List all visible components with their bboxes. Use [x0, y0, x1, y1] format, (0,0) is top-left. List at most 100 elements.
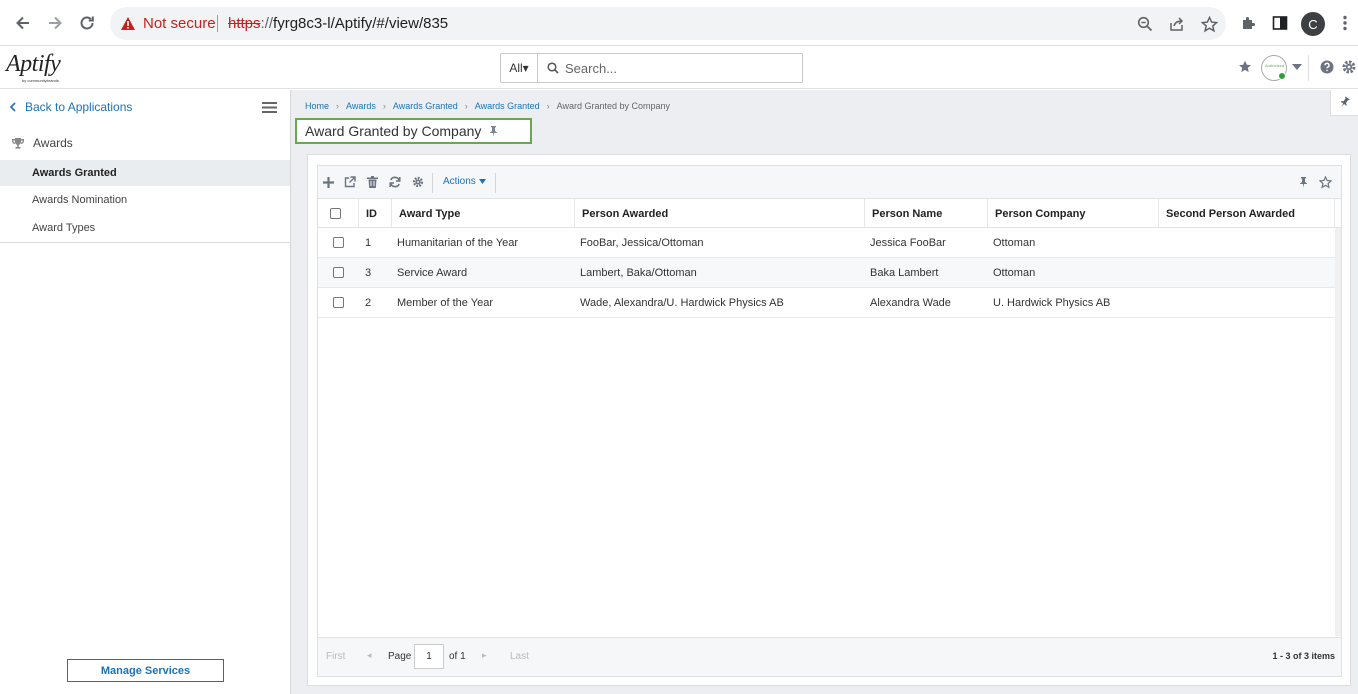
app-header: Aptify by communitybrands All▾ Authorize…: [0, 46, 1358, 89]
table-row[interactable]: 3 Service Award Lambert, Baka/Ottoman Ba…: [318, 258, 1341, 288]
table-row[interactable]: 2 Member of the Year Wade, Alexandra/U. …: [318, 288, 1341, 318]
cell-second-person-awarded: [1157, 258, 1164, 287]
cell-award-type: Service Award: [397, 266, 468, 279]
row-select-cell: [326, 258, 344, 287]
zoom-icon[interactable]: [1136, 15, 1154, 33]
select-all-checkbox[interactable]: [330, 208, 341, 219]
back-arrow-icon[interactable]: [12, 12, 34, 34]
panel-pin-icon[interactable]: [1330, 90, 1358, 116]
logo-subtext: by communitybrands: [22, 78, 59, 83]
column-header-award-type[interactable]: Award Type: [391, 199, 574, 228]
side-panel-icon[interactable]: [1271, 14, 1289, 32]
sidebar-divider: [0, 242, 290, 243]
grid-vertical-scrollbar[interactable]: [1335, 228, 1341, 636]
search-scope-dropdown[interactable]: All▾: [501, 54, 538, 82]
share-icon[interactable]: [1168, 15, 1186, 33]
add-icon[interactable]: [321, 175, 335, 189]
cell-id: 3: [365, 266, 372, 279]
breadcrumb-awards-granted[interactable]: Awards Granted: [393, 101, 458, 111]
grid-panel: Actions ID Award Type Person Awarded Per…: [307, 154, 1351, 686]
sidebar-item-awards-nomination[interactable]: Awards Nomination: [0, 187, 290, 213]
row-select-cell: [326, 288, 344, 317]
pin-icon[interactable]: [489, 125, 498, 137]
logo-text: Aptify: [6, 51, 61, 77]
favorites-star-icon[interactable]: [1237, 59, 1253, 75]
main-content: Home › Awards › Awards Granted › Awards …: [291, 90, 1358, 694]
table-row[interactable]: 1 Humanitarian of the Year FooBar, Jessi…: [318, 228, 1341, 258]
manage-services-button[interactable]: Manage Services: [67, 659, 224, 682]
column-header-person-company[interactable]: Person Company: [987, 199, 1158, 228]
forward-arrow-icon[interactable]: [44, 12, 66, 34]
search-icon: [547, 62, 559, 74]
pager-of-label: of 1: [449, 651, 466, 662]
breadcrumb-chevron-icon: ›: [336, 101, 340, 111]
cell-second-person-awarded: [1157, 228, 1164, 257]
data-grid: Actions ID Award Type Person Awarded Per…: [317, 165, 1342, 677]
hamburger-menu-icon[interactable]: [262, 101, 277, 114]
column-header-second-person-awarded[interactable]: Second Person Awarded: [1158, 199, 1335, 228]
omnibox-separator: [217, 15, 218, 32]
online-status-dot: [1278, 72, 1286, 80]
reload-icon[interactable]: [76, 12, 98, 34]
cell-person-company: Ottoman: [993, 236, 1036, 249]
user-avatar[interactable]: Authorized: [1261, 55, 1287, 81]
open-external-icon[interactable]: [343, 175, 357, 189]
column-header-person-name[interactable]: Person Name: [864, 199, 987, 228]
browser-toolbar: Not secure https://fyrg8c3-l/Aptify/#/vi…: [0, 0, 1358, 46]
pager-first-button[interactable]: First: [326, 651, 345, 662]
breadcrumb-awards[interactable]: Awards: [346, 101, 376, 111]
pager-next-arrow-icon[interactable]: ▸: [482, 650, 487, 661]
security-status[interactable]: Not secure: [143, 15, 216, 32]
grid-favorite-star-icon[interactable]: [1318, 175, 1332, 189]
caret-down-icon: [478, 179, 486, 184]
column-header-person-awarded[interactable]: Person Awarded: [574, 199, 864, 228]
extensions-puzzle-icon[interactable]: [1239, 14, 1257, 32]
refresh-icon[interactable]: [388, 175, 402, 189]
cell-person-awarded: Wade, Alexandra/U. Hardwick Physics AB: [580, 296, 784, 309]
user-menu-caret-icon[interactable]: [1289, 59, 1305, 75]
chevron-left-icon: [10, 102, 16, 112]
trophy-icon: [12, 137, 24, 149]
cell-id: 1: [365, 236, 372, 249]
pager-prev-arrow-icon[interactable]: ◂: [367, 650, 372, 661]
sidebar-group-label: Awards: [33, 136, 73, 150]
pager-item-count: 1 - 3 of 3 items: [1272, 651, 1335, 661]
row-checkbox[interactable]: [333, 297, 344, 308]
settings-gear-icon[interactable]: [1341, 59, 1357, 75]
grid-settings-gear-icon[interactable]: [411, 175, 425, 189]
aptify-logo[interactable]: Aptify by communitybrands: [6, 51, 70, 85]
back-to-applications-link[interactable]: Back to Applications: [10, 100, 132, 114]
actions-dropdown-button[interactable]: Actions: [443, 176, 486, 187]
cell-second-person-awarded: [1157, 288, 1164, 317]
browser-menu-kebab-icon[interactable]: [1336, 14, 1354, 32]
breadcrumb-awards-granted-view[interactable]: Awards Granted: [475, 101, 540, 111]
pager-page-input[interactable]: [414, 644, 444, 669]
help-icon[interactable]: [1319, 59, 1335, 75]
avatar-placeholder-text: Authorized: [1265, 63, 1285, 68]
header-divider: [1308, 55, 1309, 81]
row-checkbox[interactable]: [333, 237, 344, 248]
cell-person-name: Alexandra Wade: [870, 296, 951, 309]
column-header-id[interactable]: ID: [358, 199, 391, 228]
row-checkbox[interactable]: [333, 267, 344, 278]
sidebar-item-awards-granted[interactable]: Awards Granted: [0, 160, 290, 186]
address-bar[interactable]: Not secure https://fyrg8c3-l/Aptify/#/vi…: [110, 7, 1226, 40]
trash-icon[interactable]: [365, 175, 379, 189]
sidebar-group-awards[interactable]: Awards: [12, 136, 73, 150]
pager-page-label: Page: [388, 651, 412, 662]
pager-last-button[interactable]: Last: [510, 651, 529, 662]
breadcrumb-home[interactable]: Home: [305, 101, 329, 111]
bookmark-star-icon[interactable]: [1200, 15, 1218, 33]
page-title-box: Award Granted by Company: [295, 118, 532, 144]
cell-id: 2: [365, 296, 372, 309]
grid-pager: First ◂ Page of 1 ▸ Last 1 - 3 of 3 item…: [318, 637, 1341, 676]
toolbar-separator: [495, 173, 496, 193]
profile-avatar[interactable]: C: [1301, 12, 1325, 36]
search-input[interactable]: [565, 60, 795, 76]
sidebar-item-award-types[interactable]: Award Types: [0, 215, 290, 241]
grid-pin-icon[interactable]: [1296, 175, 1310, 189]
search-field-wrap: [538, 54, 802, 82]
cell-person-company: U. Hardwick Physics AB: [993, 296, 1111, 309]
url-text[interactable]: https://fyrg8c3-l/Aptify/#/view/835: [228, 15, 448, 32]
select-all-cell: [323, 199, 358, 228]
